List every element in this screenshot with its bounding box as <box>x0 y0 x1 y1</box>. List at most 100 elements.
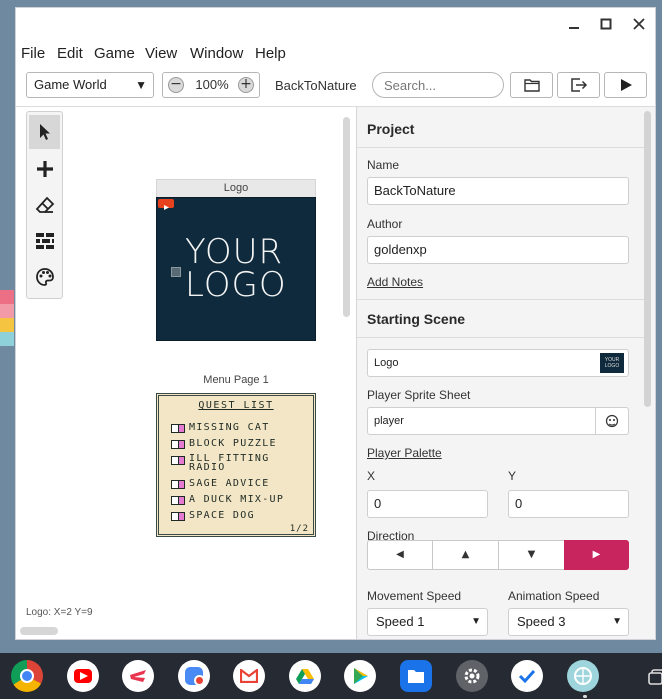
chevron-down-icon: ▼ <box>135 78 147 92</box>
starting-scene-select[interactable]: Logo YOUR LOGO <box>367 349 629 377</box>
view-select-value: Game World <box>34 77 107 92</box>
scene-start-marker <box>158 199 174 210</box>
select-tool[interactable] <box>29 115 60 149</box>
settings-icon[interactable] <box>456 660 488 692</box>
chrome-icon[interactable] <box>11 660 43 692</box>
author-field[interactable]: goldenxp <box>367 236 629 264</box>
export-button[interactable] <box>557 72 600 98</box>
youtube-icon[interactable] <box>67 660 99 692</box>
canvas-horizontal-scrollbar[interactable] <box>20 627 58 635</box>
stadia-icon[interactable] <box>122 660 154 692</box>
play-icon <box>620 79 632 91</box>
animation-speed-value: Speed 3 <box>517 614 566 629</box>
chevron-down-icon: ▼ <box>471 616 481 627</box>
tasks-icon[interactable] <box>511 660 543 692</box>
gmail-icon[interactable] <box>233 660 265 692</box>
list-item: SAGE ADVICE <box>171 478 311 494</box>
animation-speed-select[interactable]: Speed 3 ▼ <box>508 608 629 636</box>
eraser-icon <box>35 196 54 213</box>
menu-edit[interactable]: Edit <box>57 45 83 62</box>
add-notes-link[interactable]: Add Notes <box>367 275 423 289</box>
overview-icon[interactable] <box>640 660 662 692</box>
view-select[interactable]: Game World ▼ <box>26 72 154 98</box>
player-sprite[interactable] <box>171 267 181 277</box>
pink-marker-icon <box>178 456 185 465</box>
canvas-vertical-scrollbar[interactable] <box>343 117 350 317</box>
gb-studio-icon[interactable] <box>567 660 599 692</box>
bricks-icon <box>35 233 54 249</box>
drive-icon[interactable] <box>289 660 321 692</box>
palette-tool[interactable] <box>29 260 60 294</box>
player-palette-link[interactable]: Player Palette <box>367 446 442 460</box>
sprite-sheet-value: player <box>374 415 404 427</box>
folder-icon <box>523 79 540 92</box>
logo-text: YOUR LOGO <box>185 235 287 302</box>
zoom-control: − 100% + <box>162 72 260 98</box>
scene-label-logo: Logo <box>223 182 249 194</box>
sprite-sheet-select[interactable]: player <box>367 407 629 435</box>
x-input[interactable]: 0 <box>367 490 488 518</box>
movement-speed-label: Movement Speed <box>367 589 462 603</box>
camera-icon[interactable] <box>178 660 210 692</box>
menu-title: QUEST LIST <box>198 400 274 411</box>
running-indicator <box>583 695 587 698</box>
system-shelf <box>0 653 662 699</box>
search-input[interactable] <box>372 72 504 98</box>
zoom-out-button[interactable]: − <box>168 77 184 93</box>
export-icon <box>570 78 587 92</box>
close-icon[interactable] <box>627 14 651 36</box>
scene-thumbnail: YOUR LOGO <box>600 353 624 373</box>
pink-marker-icon <box>178 512 185 521</box>
player-sprite-icon <box>605 414 619 428</box>
menu-help[interactable]: Help <box>255 45 286 62</box>
tool-palette <box>26 111 63 299</box>
animation-speed-label: Animation Speed <box>508 589 600 603</box>
name-field[interactable]: BackToNature <box>367 177 629 205</box>
author-label: Author <box>367 217 403 231</box>
list-item: A DUCK MIX-UP <box>171 494 311 510</box>
title-bar <box>16 8 655 42</box>
scene-label-menu: Menu Page 1 <box>203 374 269 386</box>
scene-logo[interactable]: YOUR LOGO <box>156 197 316 341</box>
add-icon <box>36 161 53 177</box>
starting-scene-value: Logo <box>374 357 399 369</box>
play-store-icon[interactable] <box>344 660 376 692</box>
menu-view[interactable]: View <box>145 45 177 62</box>
movement-speed-select[interactable]: Speed 1 ▼ <box>367 608 488 636</box>
menu-game[interactable]: Game <box>94 45 135 62</box>
files-icon[interactable] <box>400 660 432 692</box>
project-section-title: Project <box>367 121 415 137</box>
page-indicator: 1/2 <box>289 524 309 534</box>
eraser-tool[interactable] <box>29 188 60 222</box>
direction-up-button[interactable]: ▲ <box>432 540 499 570</box>
menu-file[interactable]: File <box>21 45 45 62</box>
x-label: X <box>367 469 376 483</box>
select-arrow-icon <box>39 124 50 140</box>
maximize-icon[interactable] <box>594 14 618 36</box>
quest-item: SAGE ADVICE <box>189 478 270 489</box>
game-world-canvas[interactable]: Logo YOUR LOGO Menu Page 1 QUEST LIST MI… <box>16 107 355 639</box>
minimize-icon[interactable] <box>562 14 586 36</box>
direction-down-button[interactable]: ▼ <box>498 540 565 570</box>
direction-right-button[interactable]: ▶ <box>564 540 629 570</box>
quest-item: MISSING CAT <box>189 422 270 433</box>
direction-left-button[interactable]: ◀ <box>367 540 433 570</box>
y-label: Y <box>508 469 517 483</box>
quest-item: BLOCK PUZZLE <box>189 438 277 449</box>
menu-window[interactable]: Window <box>190 45 243 62</box>
quest-item: A DUCK MIX-UP <box>189 494 285 505</box>
toolbar: Game World ▼ − 100% + BackToNature <box>16 68 655 107</box>
scene-header-logo[interactable]: Logo <box>156 179 316 197</box>
chevron-down-icon: ▼ <box>612 616 622 627</box>
pink-marker-icon <box>178 480 185 489</box>
zoom-in-button[interactable]: + <box>238 77 254 93</box>
play-button[interactable] <box>604 72 647 98</box>
y-input[interactable]: 0 <box>508 490 629 518</box>
panel-scrollbar[interactable] <box>644 111 651 407</box>
starting-scene-title: Starting Scene <box>367 311 466 327</box>
open-folder-button[interactable] <box>510 72 553 98</box>
add-tool[interactable] <box>29 152 60 186</box>
scene-menu-page[interactable]: QUEST LIST MISSING CAT BLOCK PUZZLE ILL … <box>156 393 316 537</box>
pink-marker-icon <box>178 424 185 433</box>
collision-tool[interactable] <box>29 224 60 258</box>
